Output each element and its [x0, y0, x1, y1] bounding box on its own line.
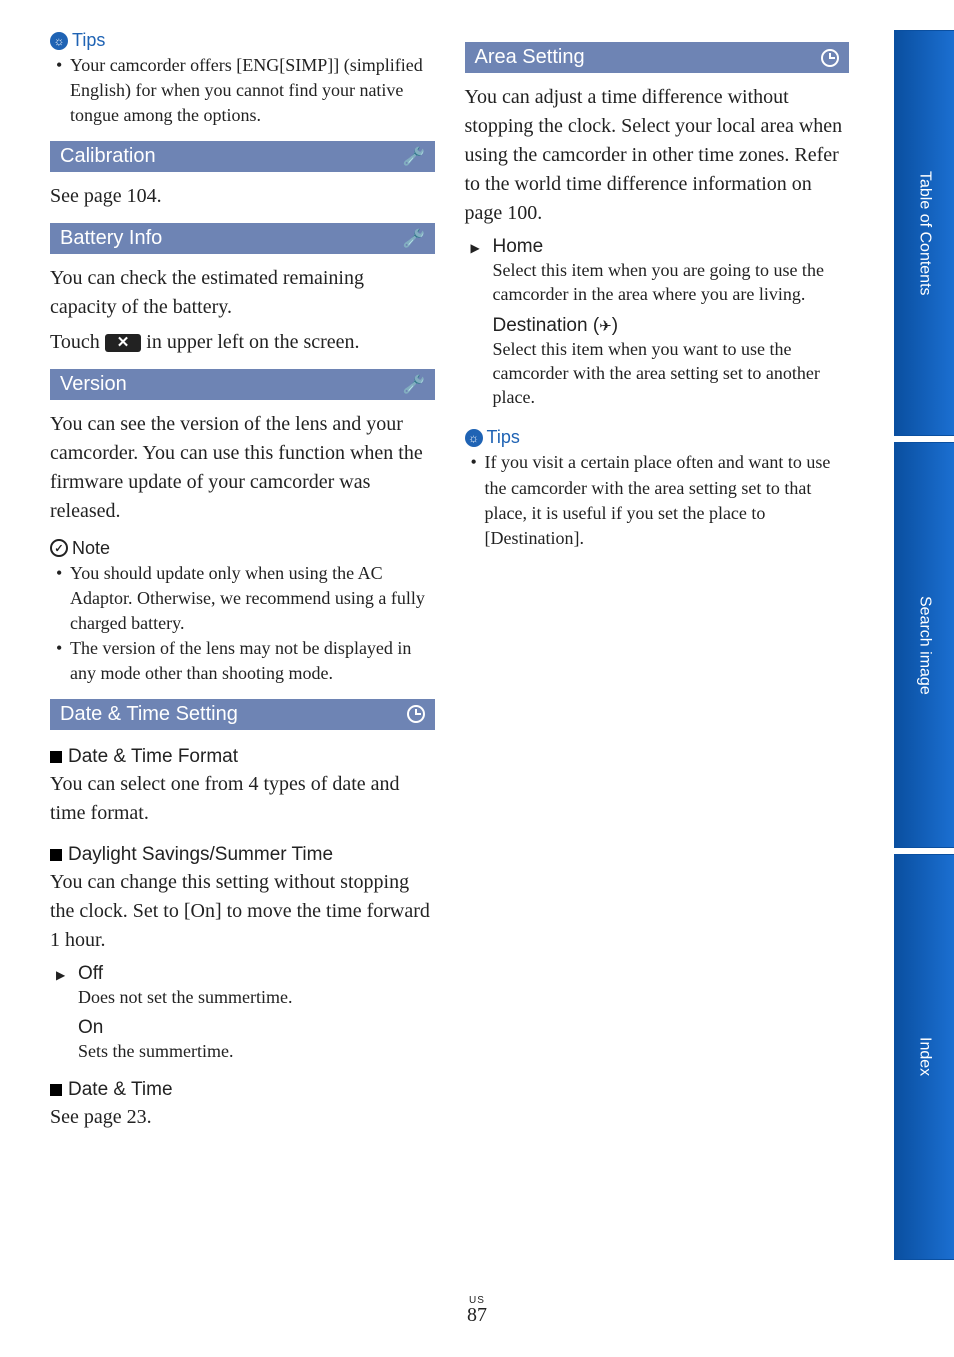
calibration-heading: Calibration 🔧 [50, 141, 435, 172]
tips-heading: ☼ Tips [465, 427, 520, 448]
off-desc: Does not set the summertime. [78, 985, 435, 1009]
dst-on-option: On Sets the summertime. [50, 1017, 435, 1063]
home-label: Home [493, 236, 850, 258]
wrench-icon: 🔧 [403, 145, 424, 167]
destination-desc: Select this item when you want to use th… [493, 337, 850, 410]
note-icon: ✓ [50, 539, 68, 557]
triangle-marker-icon: ▶ [471, 241, 480, 256]
battery-body-2: Touch ✕ in upper left on the screen. [50, 328, 435, 357]
version-heading: Version 🔧 [50, 369, 435, 400]
date-time-title: Date & Time [68, 1079, 173, 1101]
page-number: 87 [0, 1304, 954, 1327]
dest-label-post: ) [612, 315, 618, 336]
dest-label-pre: Destination ( [493, 315, 600, 336]
tips-list: If you visit a certain place often and w… [465, 450, 850, 551]
home-desc: Select this item when you are going to u… [493, 258, 850, 307]
on-desc: Sets the summertime. [78, 1039, 435, 1063]
area-destination-option: Destination (✈) Select this item when yo… [465, 315, 850, 410]
square-bullet-icon [50, 849, 62, 861]
tip-item: Your camcorder offers [ENG[SIMP]] (simpl… [56, 53, 435, 129]
version-body: You can see the version of the lens and … [50, 410, 435, 526]
right-column: Area Setting You can adjust a time diffe… [465, 30, 850, 1138]
date-format-heading: Date & Time Format [50, 746, 435, 768]
dst-title: Daylight Savings/Summer Time [68, 844, 333, 866]
date-format-title: Date & Time Format [68, 746, 238, 768]
square-bullet-icon [50, 1084, 62, 1096]
battery-post: in upper left on the screen. [146, 331, 359, 353]
on-label: On [78, 1017, 435, 1039]
calibration-title: Calibration [60, 145, 156, 168]
note-list: You should update only when using the AC… [50, 561, 435, 687]
destination-label: Destination (✈) [493, 315, 850, 337]
tips-label-text: Tips [487, 427, 520, 448]
square-bullet-icon [50, 751, 62, 763]
off-label: Off [78, 963, 435, 985]
page-footer: US 87 [0, 1295, 954, 1327]
triangle-marker-icon: ▶ [56, 968, 65, 983]
battery-heading: Battery Info 🔧 [50, 223, 435, 254]
note-heading: ✓ Note [50, 538, 110, 559]
side-tabs: Table of Contents Search image Index [894, 30, 954, 1260]
battery-title: Battery Info [60, 227, 162, 250]
wrench-icon: 🔧 [403, 227, 424, 249]
calibration-body: See page 104. [50, 182, 435, 211]
manual-page: ☼ Tips Your camcorder offers [ENG[SIMP]]… [0, 0, 954, 1357]
dst-body: You can change this setting without stop… [50, 868, 435, 955]
battery-body-1: You can check the estimated remaining ca… [50, 264, 435, 322]
tips-label-text: Tips [72, 30, 105, 51]
clock-icon [407, 705, 425, 723]
close-icon: ✕ [105, 334, 142, 352]
area-heading: Area Setting [465, 42, 850, 73]
date-time-heading: Date & Time [50, 1079, 435, 1101]
left-column: ☼ Tips Your camcorder offers [ENG[SIMP]]… [50, 30, 435, 1138]
tips-list: Your camcorder offers [ENG[SIMP]] (simpl… [50, 53, 435, 129]
lightbulb-icon: ☼ [50, 32, 68, 50]
lightbulb-icon: ☼ [465, 429, 483, 447]
version-title: Version [60, 373, 127, 396]
tab-search-image[interactable]: Search image [894, 442, 954, 848]
tab-index[interactable]: Index [894, 854, 954, 1260]
note-item: You should update only when using the AC… [56, 561, 435, 637]
area-title: Area Setting [475, 46, 585, 69]
tip-item: If you visit a certain place often and w… [471, 450, 850, 551]
wrench-icon: 🔧 [403, 373, 424, 395]
note-label-text: Note [72, 538, 110, 559]
datetime-title: Date & Time Setting [60, 703, 238, 726]
clock-icon [821, 49, 839, 67]
date-format-body: You can select one from 4 types of date … [50, 770, 435, 828]
area-home-option: ▶ Home Select this item when you are goi… [465, 236, 850, 307]
area-body: You can adjust a time difference without… [465, 83, 850, 228]
tips-heading: ☼ Tips [50, 30, 105, 51]
dst-off-option: ▶ Off Does not set the summertime. [50, 963, 435, 1009]
datetime-heading: Date & Time Setting [50, 699, 435, 730]
tab-table-of-contents[interactable]: Table of Contents [894, 30, 954, 436]
dst-heading: Daylight Savings/Summer Time [50, 844, 435, 866]
airplane-icon: ✈ [599, 317, 612, 335]
battery-pre: Touch [50, 331, 105, 353]
content-columns: ☼ Tips Your camcorder offers [ENG[SIMP]]… [50, 30, 849, 1138]
note-item: The version of the lens may not be displ… [56, 636, 435, 686]
date-time-body: See page 23. [50, 1103, 435, 1132]
